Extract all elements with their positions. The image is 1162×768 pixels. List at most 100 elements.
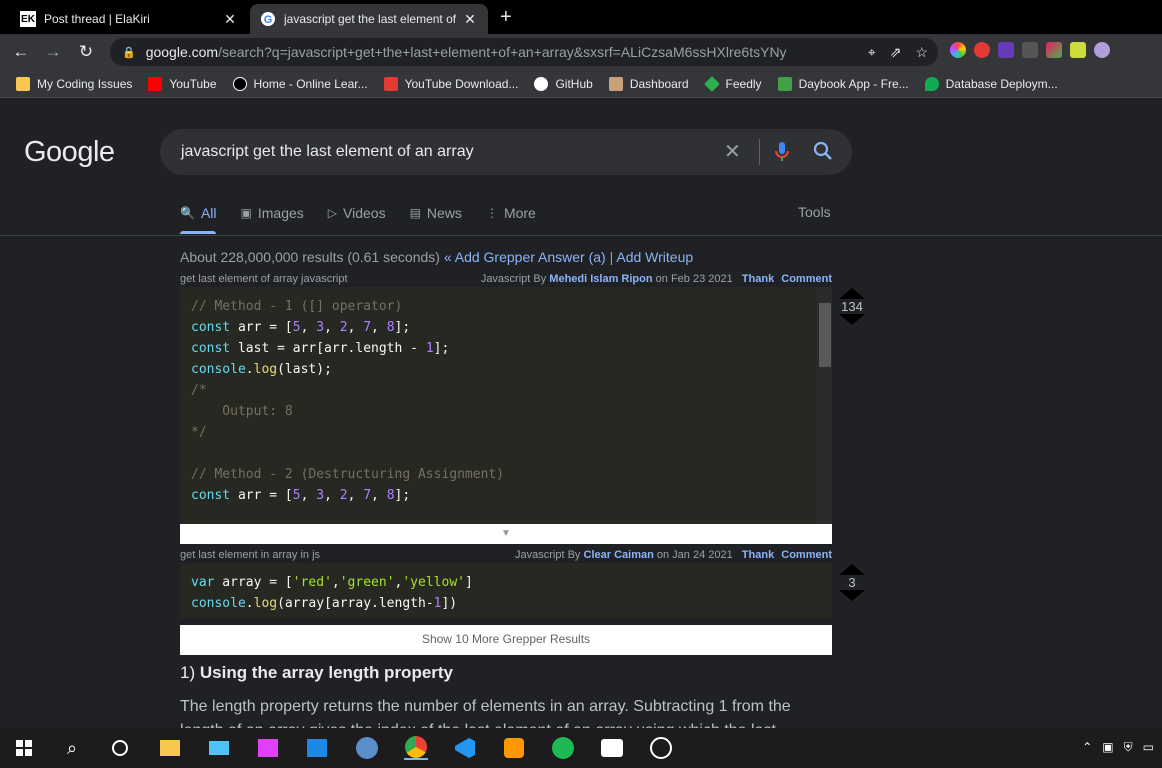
onenote-icon[interactable]	[256, 736, 280, 760]
new-tab-button[interactable]: +	[500, 6, 512, 29]
app-circle-icon[interactable]	[649, 736, 673, 760]
downvote-icon[interactable]	[839, 590, 865, 601]
news-icon: ▤	[409, 206, 421, 220]
play-icon: ▷	[327, 206, 338, 220]
bookmark-daybook[interactable]: Daybook App - Fre...	[777, 76, 909, 91]
qbittorrent-icon[interactable]	[355, 736, 379, 760]
spotify-icon[interactable]	[551, 736, 575, 760]
search-icon[interactable]	[812, 140, 834, 162]
reload-icon[interactable]: ↻	[75, 41, 97, 63]
vote-widget: 3	[837, 564, 867, 601]
code-text: // Method - 1 ([] operator) const arr = …	[191, 299, 505, 503]
display-icon[interactable]: ▭	[1143, 740, 1154, 755]
shield-icon[interactable]: ⛨	[1124, 740, 1133, 755]
answer-title: get last element in array in js	[180, 549, 321, 561]
clear-search-icon[interactable]: ✕	[724, 139, 741, 164]
tab-all[interactable]: 🔍 All	[180, 204, 217, 222]
thank-link[interactable]: Thank	[742, 273, 774, 285]
tab-videos[interactable]: ▷ Videos	[328, 204, 386, 222]
windows-start-icon[interactable]	[12, 736, 36, 760]
tab-title: Post thread | ElaKiri	[44, 12, 150, 26]
article-heading: 1) Using the array length property	[180, 663, 454, 682]
tools-button[interactable]: Tools	[798, 204, 831, 220]
computer-icon[interactable]	[207, 736, 231, 760]
search-icon[interactable]: ⌕	[60, 736, 84, 760]
bookmark-youtube[interactable]: YouTube	[148, 76, 217, 91]
answer-author-link[interactable]: Clear Caiman	[584, 549, 654, 561]
answer-lang: Javascript By	[480, 273, 547, 285]
elakiri-icon: EK	[20, 11, 36, 27]
thank-link[interactable]: Thank	[742, 549, 774, 561]
answer-meta: get last element in array in js Javascri…	[180, 549, 832, 561]
chevron-up-icon[interactable]: ⌃	[1082, 740, 1092, 755]
tab-news[interactable]: ▤ News	[410, 204, 462, 222]
bookmark-github[interactable]: GitHub	[534, 76, 593, 91]
code-block[interactable]: var array = ['red','green','yellow'] con…	[180, 563, 832, 618]
bookmark-feedly[interactable]: Feedly	[703, 75, 762, 92]
code-text: var array = ['red','green','yellow'] con…	[191, 575, 473, 611]
location-icon[interactable]: ⌖	[868, 44, 876, 61]
search-tabs: 🔍 All ▣ Images ▷ Videos ▤ News ⋮ More	[180, 204, 560, 222]
extension-color-icon[interactable]	[950, 42, 966, 58]
google-logo[interactable]: Google	[24, 136, 115, 169]
tab-more[interactable]: ⋮ More	[486, 204, 536, 222]
file-explorer-icon[interactable]	[158, 736, 182, 760]
bookmarks-bar: My Coding Issues YouTube Home - Online L…	[0, 70, 1162, 98]
close-tab-icon[interactable]: ✕	[462, 11, 478, 28]
bookmark-youtube-download[interactable]: YouTube Download...	[383, 76, 518, 91]
extension-translate-icon[interactable]	[1022, 42, 1038, 58]
extension-puzzle-icon[interactable]	[1094, 42, 1110, 58]
lock-icon: 🔒	[122, 46, 136, 59]
extension-stop-icon[interactable]	[974, 42, 990, 58]
microphone-icon[interactable]	[774, 141, 790, 163]
expand-code-button[interactable]: ▼	[180, 524, 832, 544]
forward-icon[interactable]: →	[42, 41, 64, 63]
vscode-icon[interactable]	[453, 736, 477, 760]
scrollbar-thumb[interactable]	[819, 303, 831, 367]
back-icon[interactable]: ←	[10, 41, 32, 63]
answer-author-link[interactable]: Mehedi Islam Ripon	[549, 273, 652, 285]
upvote-icon[interactable]	[839, 288, 865, 299]
downvote-icon[interactable]	[839, 314, 865, 325]
windows-taskbar: ⌕ ⌃ ▣ ⛨ ▭	[0, 728, 1162, 768]
search-input[interactable]: javascript get the last element of an ar…	[181, 143, 474, 161]
extension-grid-icon[interactable]	[1046, 42, 1062, 58]
comment-link[interactable]: Comment	[781, 273, 832, 285]
bookmark-database-deploy[interactable]: Database Deploym...	[924, 76, 1058, 91]
show-more-grepper-button[interactable]: Show 10 More Grepper Results	[180, 625, 832, 655]
url-host: google.com	[145, 44, 219, 60]
tab-google-search[interactable]: G javascript get the last element of ✕	[250, 4, 488, 34]
add-writeup-link[interactable]: Add Writeup	[616, 249, 693, 265]
translator-icon[interactable]	[305, 736, 329, 760]
address-bar[interactable]: 🔒 google.com/search?q=javascript+get+the…	[110, 38, 938, 66]
bookmark-my-coding-issues[interactable]: My Coding Issues	[16, 76, 132, 91]
task-view-icon[interactable]	[108, 736, 132, 760]
browser-toolbar: ← → ↻ 🔒 google.com/search?q=javascript+g…	[0, 34, 1162, 70]
tab-images[interactable]: ▣ Images	[241, 204, 304, 222]
vote-count: 3	[848, 575, 856, 590]
code-scrollbar[interactable]	[816, 287, 832, 524]
article-paragraph: The length property returns the number o…	[180, 698, 791, 728]
extension-face-icon[interactable]	[1070, 42, 1086, 58]
search-box[interactable]: javascript get the last element of an ar…	[160, 129, 852, 175]
code-block[interactable]: // Method - 1 ([] operator) const arr = …	[180, 287, 832, 524]
network-icon[interactable]: ▣	[1102, 740, 1113, 755]
close-tab-icon[interactable]: ✕	[222, 11, 238, 28]
github-icon	[534, 76, 549, 91]
add-grepper-answer-link[interactable]: « Add Grepper Answer (a)	[444, 249, 606, 265]
bookmark-home-online[interactable]: Home - Online Lear...	[232, 76, 368, 91]
upvote-icon[interactable]	[839, 564, 865, 575]
elakiri-app-icon[interactable]	[600, 736, 624, 760]
url-path: /search?q=javascript+get+the+last+elemen…	[218, 44, 786, 60]
fl-studio-icon[interactable]	[502, 736, 526, 760]
feedly-icon	[703, 75, 720, 92]
share-icon[interactable]: ⇗	[890, 44, 902, 61]
extension-shapes-icon[interactable]	[998, 42, 1014, 58]
tab-elakiri[interactable]: EK Post thread | ElaKiri ✕	[10, 4, 248, 34]
comment-link[interactable]: Comment	[781, 549, 832, 561]
result-count: About 228,000,000 results (0.61 seconds)	[180, 249, 440, 265]
chrome-icon[interactable]	[404, 736, 428, 760]
bookmark-dashboard[interactable]: Dashboard	[608, 76, 689, 91]
bookmark-star-icon[interactable]: ☆	[915, 44, 928, 61]
separator: |	[609, 249, 614, 265]
